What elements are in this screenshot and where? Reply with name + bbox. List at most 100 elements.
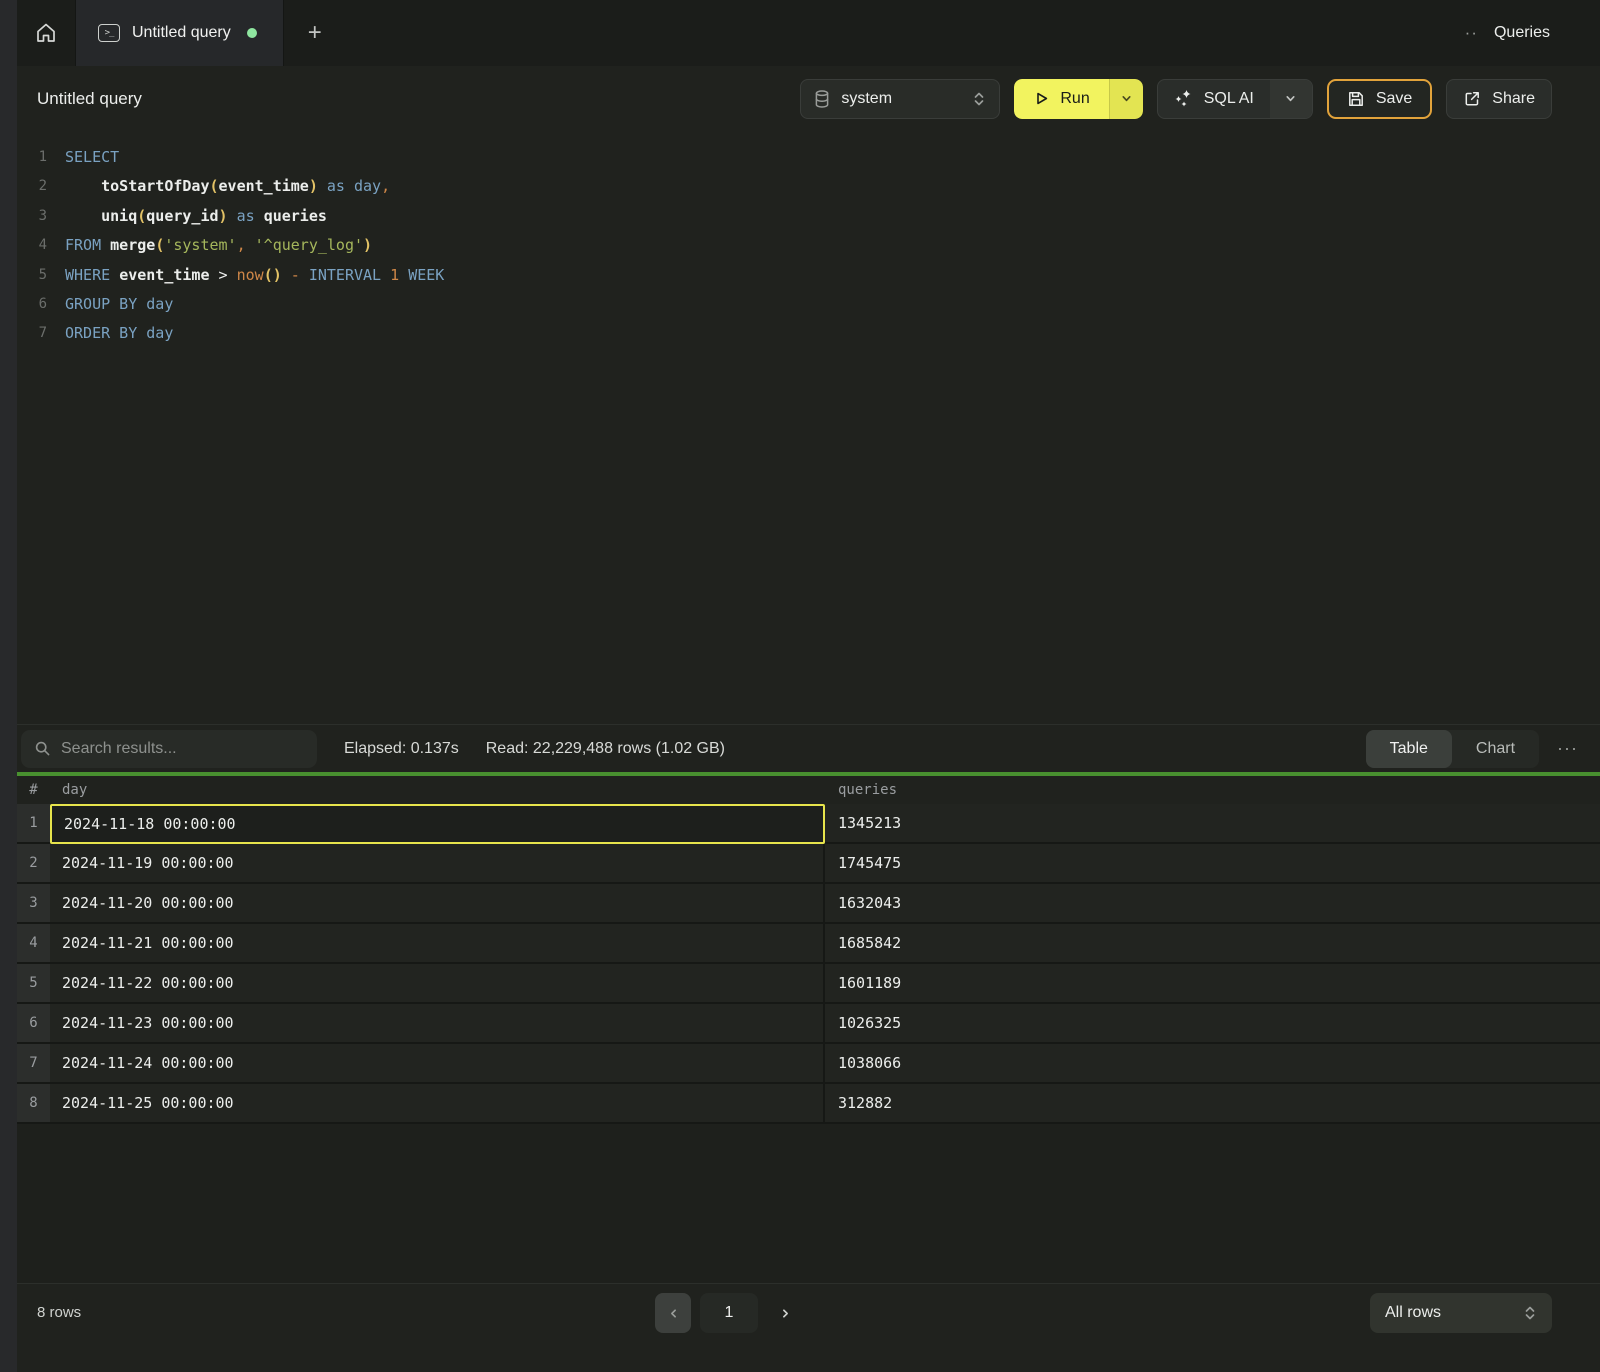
pagination: 1 bbox=[655, 1293, 803, 1333]
line-number: 1 bbox=[17, 143, 65, 172]
sql-ai-options-button[interactable] bbox=[1270, 80, 1312, 118]
query-title: Untitled query bbox=[37, 89, 142, 109]
search-results-input[interactable] bbox=[61, 740, 304, 758]
tab-untitled-query[interactable]: >_ Untitled query bbox=[75, 0, 284, 66]
code-text: ORDER BY day bbox=[65, 319, 173, 348]
code-text: toStartOfDay(event_time) as day, bbox=[65, 172, 390, 201]
page-size-selector[interactable]: All rows bbox=[1370, 1293, 1552, 1333]
database-selector[interactable]: system bbox=[800, 79, 1000, 119]
share-button-label: Share bbox=[1492, 90, 1535, 108]
line-number: 4 bbox=[17, 231, 65, 260]
run-button[interactable]: Run bbox=[1014, 79, 1108, 119]
home-button[interactable] bbox=[17, 0, 75, 66]
tab-bar: >_ Untitled query + ·· Queries bbox=[17, 0, 1600, 66]
cell-day[interactable]: 2024-11-23 00:00:00 bbox=[50, 1004, 825, 1044]
page-size-value: All rows bbox=[1385, 1304, 1441, 1322]
floppy-icon bbox=[1347, 90, 1365, 108]
cell-queries[interactable]: 1038066 bbox=[825, 1044, 1600, 1084]
code-text: FROM merge('system', '^query_log') bbox=[65, 231, 372, 260]
cell-n[interactable]: 5 bbox=[17, 964, 50, 1004]
current-page-button[interactable]: 1 bbox=[700, 1293, 758, 1333]
share-button[interactable]: Share bbox=[1446, 79, 1552, 119]
results-table: # day queries 12024-11-18 00:00:00134521… bbox=[17, 776, 1600, 1124]
next-page-button[interactable] bbox=[767, 1293, 803, 1333]
toolbar-controls: system Run bbox=[800, 79, 1552, 119]
cell-n[interactable]: 4 bbox=[17, 924, 50, 964]
code-lines: 1SELECT2 toStartOfDay(event_time) as day… bbox=[17, 143, 1600, 349]
code-line: 2 toStartOfDay(event_time) as day, bbox=[17, 172, 1600, 201]
tab-title: Untitled query bbox=[132, 24, 231, 42]
cell-day[interactable]: 2024-11-25 00:00:00 bbox=[50, 1084, 825, 1124]
sql-ai-button-group: SQL AI bbox=[1157, 79, 1313, 119]
breadcrumb-more-icon[interactable]: ·· bbox=[1465, 23, 1478, 43]
column-header-day[interactable]: day bbox=[50, 782, 825, 798]
code-line: 1SELECT bbox=[17, 143, 1600, 172]
code-line: 5WHERE event_time > now() - INTERVAL 1 W… bbox=[17, 261, 1600, 290]
cell-day[interactable]: 2024-11-20 00:00:00 bbox=[50, 884, 825, 924]
plus-icon: + bbox=[308, 19, 322, 47]
cell-queries[interactable]: 1745475 bbox=[825, 844, 1600, 884]
cell-n[interactable]: 7 bbox=[17, 1044, 50, 1084]
queries-breadcrumb[interactable]: Queries bbox=[1494, 24, 1550, 42]
view-toggle: Table Chart bbox=[1366, 730, 1539, 768]
line-number: 2 bbox=[17, 172, 65, 201]
sql-editor[interactable]: 1SELECT2 toStartOfDay(event_time) as day… bbox=[17, 131, 1600, 724]
cell-day[interactable]: 2024-11-21 00:00:00 bbox=[50, 924, 825, 964]
code-line: 3 uniq(query_id) as queries bbox=[17, 202, 1600, 231]
cell-queries[interactable]: 312882 bbox=[825, 1084, 1600, 1124]
cell-n[interactable]: 6 bbox=[17, 1004, 50, 1044]
line-number: 7 bbox=[17, 319, 65, 348]
cell-day[interactable]: 2024-11-19 00:00:00 bbox=[50, 844, 825, 884]
play-icon bbox=[1033, 90, 1050, 107]
cell-queries[interactable]: 1345213 bbox=[825, 804, 1600, 844]
chevron-down-icon bbox=[1284, 92, 1297, 105]
results-more-icon[interactable]: ··· bbox=[1557, 738, 1578, 759]
cell-n[interactable]: 2 bbox=[17, 844, 50, 884]
code-text: GROUP BY day bbox=[65, 290, 173, 319]
save-button[interactable]: Save bbox=[1327, 79, 1432, 119]
tab-table[interactable]: Table bbox=[1366, 730, 1452, 768]
column-header-index[interactable]: # bbox=[17, 782, 50, 798]
sql-console-window: >_ Untitled query + ·· Queries Untitled … bbox=[17, 0, 1600, 1372]
row-count-label: 8 rows bbox=[37, 1304, 81, 1321]
table-row: 62024-11-23 00:00:001026325 bbox=[17, 1004, 1600, 1044]
run-button-label: Run bbox=[1060, 90, 1089, 108]
run-button-group: Run bbox=[1014, 79, 1142, 119]
cell-queries[interactable]: 1685842 bbox=[825, 924, 1600, 964]
cell-queries[interactable]: 1026325 bbox=[825, 1004, 1600, 1044]
table-row: 22024-11-19 00:00:001745475 bbox=[17, 844, 1600, 884]
sql-ai-button-label: SQL AI bbox=[1204, 90, 1254, 108]
query-toolbar: Untitled query system bbox=[17, 66, 1600, 131]
cell-n[interactable]: 8 bbox=[17, 1084, 50, 1124]
chevron-down-icon bbox=[1120, 92, 1133, 105]
prev-page-button[interactable] bbox=[655, 1293, 691, 1333]
search-results-box[interactable] bbox=[21, 730, 317, 768]
cell-day[interactable]: 2024-11-22 00:00:00 bbox=[50, 964, 825, 1004]
new-tab-button[interactable]: + bbox=[284, 0, 346, 66]
cell-day[interactable]: 2024-11-24 00:00:00 bbox=[50, 1044, 825, 1084]
home-icon bbox=[34, 21, 58, 45]
cell-n[interactable]: 1 bbox=[17, 804, 50, 844]
table-row: 32024-11-20 00:00:001632043 bbox=[17, 884, 1600, 924]
read-stat: Read: 22,229,488 rows (1.02 GB) bbox=[486, 740, 725, 758]
cell-n[interactable]: 3 bbox=[17, 884, 50, 924]
column-header-queries[interactable]: queries bbox=[825, 782, 1600, 798]
line-number: 5 bbox=[17, 261, 65, 290]
chevron-right-icon bbox=[779, 1307, 792, 1320]
table-row: 42024-11-21 00:00:001685842 bbox=[17, 924, 1600, 964]
results-empty-area bbox=[17, 1124, 1600, 1283]
updown-chevron-icon bbox=[972, 91, 986, 107]
code-line: 7ORDER BY day bbox=[17, 319, 1600, 348]
table-row: 52024-11-22 00:00:001601189 bbox=[17, 964, 1600, 1004]
cell-day[interactable]: 2024-11-18 00:00:00 bbox=[50, 804, 825, 844]
search-icon bbox=[34, 740, 51, 757]
cell-queries[interactable]: 1632043 bbox=[825, 884, 1600, 924]
tab-bar-right: ·· Queries bbox=[1465, 0, 1600, 66]
table-row: 82024-11-25 00:00:00312882 bbox=[17, 1084, 1600, 1124]
run-options-button[interactable] bbox=[1109, 79, 1143, 119]
database-icon bbox=[814, 90, 830, 108]
tab-chart[interactable]: Chart bbox=[1452, 730, 1539, 768]
left-gutter bbox=[0, 0, 17, 1372]
cell-queries[interactable]: 1601189 bbox=[825, 964, 1600, 1004]
sql-ai-button[interactable]: SQL AI bbox=[1158, 80, 1270, 118]
